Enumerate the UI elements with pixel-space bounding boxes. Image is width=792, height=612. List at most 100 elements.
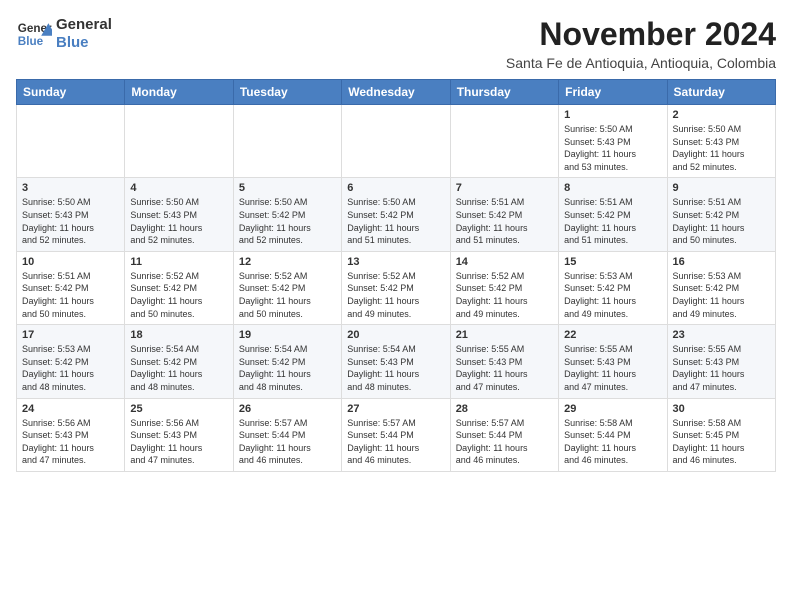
day-info: Sunrise: 5:53 AM Sunset: 5:42 PM Dayligh… [564,270,661,320]
day-number: 26 [239,403,336,415]
logo-icon: General Blue [16,16,52,52]
calendar-week-row: 10 Sunrise: 5:51 AM Sunset: 5:42 PM Dayli… [17,251,776,324]
day-number: 22 [564,329,661,341]
table-row: 16 Sunrise: 5:53 AM Sunset: 5:42 PM Dayli… [667,251,775,324]
table-row: 12 Sunrise: 5:52 AM Sunset: 5:42 PM Dayli… [233,251,341,324]
calendar-header-row: Sunday Monday Tuesday Wednesday Thursday… [17,80,776,105]
day-number: 23 [673,329,770,341]
table-row: 1 Sunrise: 5:50 AM Sunset: 5:43 PM Daylig… [559,105,667,178]
day-info: Sunrise: 5:55 AM Sunset: 5:43 PM Dayligh… [456,343,553,393]
day-number: 12 [239,256,336,268]
day-number: 4 [130,182,227,194]
table-row: 11 Sunrise: 5:52 AM Sunset: 5:42 PM Dayli… [125,251,233,324]
day-info: Sunrise: 5:51 AM Sunset: 5:42 PM Dayligh… [564,196,661,246]
day-info: Sunrise: 5:58 AM Sunset: 5:45 PM Dayligh… [673,417,770,467]
col-tuesday: Tuesday [233,80,341,105]
table-row: 20Sunrise: 5:54 AM Sunset: 5:43 PM Dayli… [342,325,450,398]
day-number: 20 [347,329,444,341]
day-info: Sunrise: 5:58 AM Sunset: 5:44 PM Dayligh… [564,417,661,467]
day-number: 24 [22,403,119,415]
day-info: Sunrise: 5:50 AM Sunset: 5:43 PM Dayligh… [564,123,661,173]
day-number: 27 [347,403,444,415]
day-info: Sunrise: 5:50 AM Sunset: 5:42 PM Dayligh… [239,196,336,246]
day-info: Sunrise: 5:51 AM Sunset: 5:42 PM Dayligh… [456,196,553,246]
day-number: 30 [673,403,770,415]
day-info: Sunrise: 5:56 AM Sunset: 5:43 PM Dayligh… [130,417,227,467]
day-info: Sunrise: 5:52 AM Sunset: 5:42 PM Dayligh… [347,270,444,320]
day-number: 13 [347,256,444,268]
table-row: 27Sunrise: 5:57 AM Sunset: 5:44 PM Dayli… [342,398,450,471]
col-sunday: Sunday [17,80,125,105]
day-number: 1 [564,109,661,121]
day-number: 2 [673,109,770,121]
day-info: Sunrise: 5:53 AM Sunset: 5:42 PM Dayligh… [673,270,770,320]
table-row: 17 Sunrise: 5:53 AM Sunset: 5:42 PM Dayli… [17,325,125,398]
col-monday: Monday [125,80,233,105]
table-row: 30 Sunrise: 5:58 AM Sunset: 5:45 PM Dayli… [667,398,775,471]
day-number: 15 [564,256,661,268]
day-info: Sunrise: 5:50 AM Sunset: 5:43 PM Dayligh… [130,196,227,246]
table-row: 6Sunrise: 5:50 AM Sunset: 5:42 PM Daylig… [342,178,450,251]
table-row: 3 Sunrise: 5:50 AM Sunset: 5:43 PM Daylig… [17,178,125,251]
table-row: 5Sunrise: 5:50 AM Sunset: 5:42 PM Daylig… [233,178,341,251]
logo-general-text: General [56,16,112,34]
day-info: Sunrise: 5:50 AM Sunset: 5:43 PM Dayligh… [673,123,770,173]
logo: General Blue General Blue [16,16,112,52]
table-row [125,105,233,178]
day-info: Sunrise: 5:52 AM Sunset: 5:42 PM Dayligh… [130,270,227,320]
page-header: General Blue General Blue November 2024 … [16,16,776,71]
calendar-week-row: 24 Sunrise: 5:56 AM Sunset: 5:43 PM Dayli… [17,398,776,471]
day-number: 10 [22,256,119,268]
table-row: 13 Sunrise: 5:52 AM Sunset: 5:42 PM Dayli… [342,251,450,324]
day-number: 29 [564,403,661,415]
table-row: 14 Sunrise: 5:52 AM Sunset: 5:42 PM Dayli… [450,251,558,324]
table-row: 19 Sunrise: 5:54 AM Sunset: 5:42 PM Dayli… [233,325,341,398]
day-info: Sunrise: 5:56 AM Sunset: 5:43 PM Dayligh… [22,417,119,467]
day-number: 17 [22,329,119,341]
col-wednesday: Wednesday [342,80,450,105]
table-row: 10 Sunrise: 5:51 AM Sunset: 5:42 PM Dayli… [17,251,125,324]
day-number: 18 [130,329,227,341]
day-info: Sunrise: 5:50 AM Sunset: 5:43 PM Dayligh… [22,196,119,246]
page-subtitle: Santa Fe de Antioquia, Antioquia, Colomb… [506,55,776,71]
day-number: 19 [239,329,336,341]
calendar-week-row: 17 Sunrise: 5:53 AM Sunset: 5:42 PM Dayli… [17,325,776,398]
day-number: 28 [456,403,553,415]
table-row: 28 Sunrise: 5:57 AM Sunset: 5:44 PM Dayli… [450,398,558,471]
day-info: Sunrise: 5:52 AM Sunset: 5:42 PM Dayligh… [456,270,553,320]
day-number: 7 [456,182,553,194]
day-info: Sunrise: 5:54 AM Sunset: 5:42 PM Dayligh… [239,343,336,393]
day-info: Sunrise: 5:52 AM Sunset: 5:42 PM Dayligh… [239,270,336,320]
day-number: 25 [130,403,227,415]
logo-blue-text: Blue [56,34,112,52]
table-row: 4 Sunrise: 5:50 AM Sunset: 5:43 PM Daylig… [125,178,233,251]
day-info: Sunrise: 5:57 AM Sunset: 5:44 PM Dayligh… [239,417,336,467]
table-row [233,105,341,178]
table-row: 21Sunrise: 5:55 AM Sunset: 5:43 PM Dayli… [450,325,558,398]
day-number: 16 [673,256,770,268]
table-row: 7 Sunrise: 5:51 AM Sunset: 5:42 PM Daylig… [450,178,558,251]
day-info: Sunrise: 5:51 AM Sunset: 5:42 PM Dayligh… [22,270,119,320]
table-row: 24 Sunrise: 5:56 AM Sunset: 5:43 PM Dayli… [17,398,125,471]
day-number: 14 [456,256,553,268]
table-row [450,105,558,178]
day-number: 11 [130,256,227,268]
table-row: 18Sunrise: 5:54 AM Sunset: 5:42 PM Dayli… [125,325,233,398]
day-info: Sunrise: 5:50 AM Sunset: 5:42 PM Dayligh… [347,196,444,246]
table-row: 25 Sunrise: 5:56 AM Sunset: 5:43 PM Dayli… [125,398,233,471]
calendar-week-row: 1 Sunrise: 5:50 AM Sunset: 5:43 PM Daylig… [17,105,776,178]
day-number: 3 [22,182,119,194]
svg-text:Blue: Blue [18,35,44,48]
day-info: Sunrise: 5:53 AM Sunset: 5:42 PM Dayligh… [22,343,119,393]
day-number: 9 [673,182,770,194]
table-row: 8Sunrise: 5:51 AM Sunset: 5:42 PM Daylig… [559,178,667,251]
table-row [342,105,450,178]
calendar-week-row: 3 Sunrise: 5:50 AM Sunset: 5:43 PM Daylig… [17,178,776,251]
table-row: 26 Sunrise: 5:57 AM Sunset: 5:44 PM Dayli… [233,398,341,471]
table-row: 22Sunrise: 5:55 AM Sunset: 5:43 PM Dayli… [559,325,667,398]
table-row: 2 Sunrise: 5:50 AM Sunset: 5:43 PM Daylig… [667,105,775,178]
col-thursday: Thursday [450,80,558,105]
calendar-table: Sunday Monday Tuesday Wednesday Thursday… [16,79,776,472]
day-info: Sunrise: 5:57 AM Sunset: 5:44 PM Dayligh… [456,417,553,467]
page-title: November 2024 [506,16,776,53]
